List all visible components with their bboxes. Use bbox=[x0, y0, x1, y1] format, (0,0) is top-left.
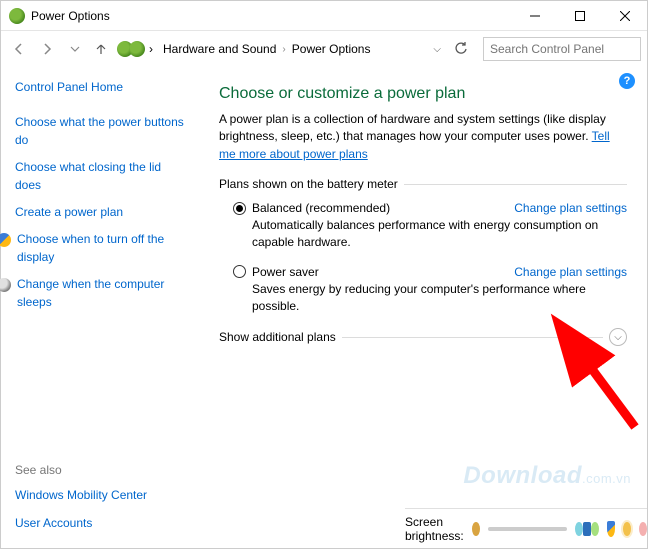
sidebar-item-label: Change when the computer sleeps bbox=[17, 276, 187, 311]
crumb-dropdown-icon[interactable]: ⌵ bbox=[429, 44, 445, 55]
divider bbox=[404, 184, 627, 185]
crumb-hardware[interactable]: Hardware and Sound bbox=[163, 42, 276, 56]
shield-icon bbox=[607, 521, 615, 537]
help-icon[interactable]: ? bbox=[619, 73, 635, 89]
window-title: Power Options bbox=[31, 9, 512, 23]
search-input[interactable] bbox=[483, 37, 641, 61]
plan-name[interactable]: Power saver bbox=[252, 265, 319, 279]
minimize-button[interactable] bbox=[512, 1, 557, 30]
forward-button[interactable] bbox=[35, 37, 59, 61]
change-plan-settings-link[interactable]: Change plan settings bbox=[514, 265, 627, 279]
sidebar: Control Panel Home Choose what the power… bbox=[1, 67, 203, 548]
sidebar-item-label: Choose when to turn off the display bbox=[17, 231, 187, 266]
sidebar-link[interactable]: Change when the computer sleeps bbox=[0, 276, 203, 311]
refresh-button[interactable] bbox=[449, 37, 473, 61]
page-description: A power plan is a collection of hardware… bbox=[219, 111, 627, 163]
slider-thumb[interactable] bbox=[583, 522, 591, 536]
plan-desc: Saves energy by reducing your computer's… bbox=[252, 281, 612, 315]
group-label-text: Plans shown on the battery meter bbox=[219, 177, 404, 191]
decor-dot bbox=[639, 522, 647, 536]
plan-desc: Automatically balances performance with … bbox=[252, 217, 612, 251]
nav-row: › Hardware and Sound › Power Options ⌵ bbox=[1, 31, 647, 67]
see-also-link[interactable]: Windows Mobility Center bbox=[15, 487, 185, 504]
crumb-sep-icon: › bbox=[282, 44, 285, 55]
sun-dim-icon bbox=[472, 522, 480, 536]
see-also-link[interactable]: User Accounts bbox=[15, 515, 185, 532]
main-content: ? Choose or customize a power plan A pow… bbox=[203, 67, 647, 548]
plan-name[interactable]: Balanced (recommended) bbox=[252, 201, 390, 215]
watermark: Download.com.vn bbox=[463, 462, 631, 490]
show-additional-plans[interactable]: Show additional plans ⌵ bbox=[219, 328, 627, 346]
desc-text: A power plan is a collection of hardware… bbox=[219, 112, 606, 143]
window-controls bbox=[512, 1, 647, 30]
crumb-power[interactable]: Power Options bbox=[292, 42, 371, 56]
sidebar-link[interactable]: Create a power plan bbox=[15, 204, 185, 221]
moon-icon bbox=[0, 278, 11, 292]
radio-power-saver[interactable] bbox=[233, 265, 246, 278]
maximize-button[interactable] bbox=[557, 1, 602, 30]
change-plan-settings-link[interactable]: Change plan settings bbox=[514, 201, 627, 215]
radio-balanced[interactable] bbox=[233, 202, 246, 215]
plans-group-label: Plans shown on the battery meter bbox=[219, 177, 627, 191]
brightness-slider[interactable] bbox=[488, 527, 568, 531]
titlebar: Power Options bbox=[1, 1, 647, 31]
decor-dot bbox=[591, 522, 599, 536]
shield-icon bbox=[0, 233, 11, 247]
recent-dropdown[interactable] bbox=[63, 37, 87, 61]
brightness-label: Screen brightness: bbox=[405, 515, 464, 543]
close-button[interactable] bbox=[602, 1, 647, 30]
power-icon bbox=[129, 41, 145, 57]
brightness-footer: Screen brightness: bbox=[405, 508, 647, 548]
sidebar-link[interactable]: Choose what closing the lid does bbox=[15, 159, 185, 194]
sidebar-link[interactable]: Choose when to turn off the display bbox=[0, 231, 203, 266]
chevron-down-icon[interactable]: ⌵ bbox=[609, 328, 627, 346]
plan-balanced: Balanced (recommended) Change plan setti… bbox=[233, 201, 627, 251]
breadcrumb[interactable]: Hardware and Sound › Power Options ⌵ bbox=[163, 42, 445, 56]
location-icons bbox=[117, 41, 145, 57]
up-button[interactable] bbox=[91, 37, 111, 61]
see-also-label: See also bbox=[15, 463, 203, 477]
divider bbox=[342, 337, 603, 338]
decor-dot bbox=[575, 522, 583, 536]
additional-label: Show additional plans bbox=[219, 330, 342, 344]
plan-power-saver: Power saver Change plan settings Saves e… bbox=[233, 265, 627, 315]
back-button[interactable] bbox=[7, 37, 31, 61]
page-heading: Choose or customize a power plan bbox=[219, 85, 627, 103]
sun-bright-icon bbox=[623, 522, 631, 536]
crumb-sep-icon: › bbox=[149, 42, 153, 56]
sidebar-link[interactable]: Choose what the power buttons do bbox=[15, 114, 185, 149]
control-panel-home-link[interactable]: Control Panel Home bbox=[15, 79, 185, 96]
power-options-icon bbox=[9, 8, 25, 24]
